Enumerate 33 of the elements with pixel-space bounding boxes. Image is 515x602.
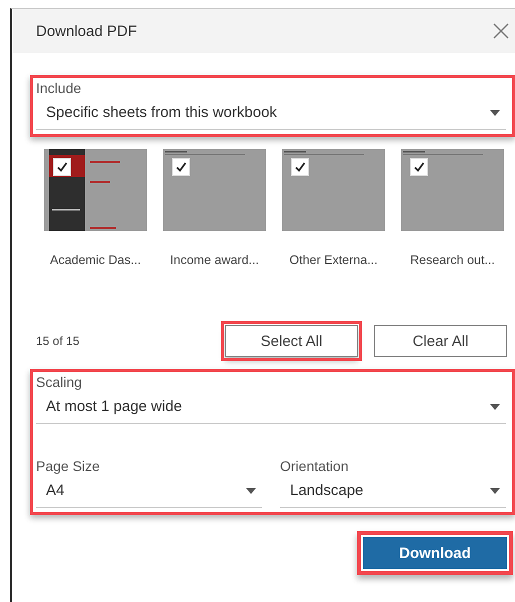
sheet-name: Academic Das... <box>50 253 141 267</box>
scaling-dropdown[interactable]: At most 1 page wide <box>36 390 506 424</box>
include-label: Include <box>36 80 82 96</box>
sheet-thumbnail[interactable] <box>282 149 385 231</box>
checkmark-icon <box>294 161 306 173</box>
sheet-name: Research out... <box>410 253 495 267</box>
checkbox[interactable] <box>172 158 190 176</box>
orientation-dropdown[interactable]: Landscape <box>280 474 506 508</box>
caret-icon <box>246 488 256 494</box>
caret-icon <box>490 110 500 116</box>
download-button[interactable]: Download <box>363 537 507 569</box>
sheet-name: Other Externa... <box>289 253 378 267</box>
orientation-label: Orientation <box>280 458 350 474</box>
checkbox[interactable] <box>291 158 309 176</box>
window-title: Download PDF <box>36 22 137 40</box>
include-dropdown[interactable]: Specific sheets from this workbook <box>36 96 506 130</box>
checkmark-icon <box>413 161 425 173</box>
checkmark-icon <box>56 161 68 173</box>
page-size-label: Page Size <box>36 458 101 474</box>
clear-all-button[interactable]: Clear All <box>374 325 507 357</box>
sheet-name: Income award... <box>170 253 259 267</box>
selection-count: 15 of 15 <box>36 334 80 348</box>
page-size-dropdown[interactable]: A4 <box>36 474 262 508</box>
sheet-thumbnail[interactable] <box>401 149 504 231</box>
sheet-thumbnail[interactable] <box>163 149 266 231</box>
checkmark-icon <box>175 161 187 173</box>
caret-icon <box>490 488 500 494</box>
close-icon[interactable] <box>493 23 509 39</box>
checkbox[interactable] <box>53 158 71 176</box>
checkbox[interactable] <box>410 158 428 176</box>
scaling-label: Scaling <box>36 374 83 390</box>
caret-icon <box>490 404 500 410</box>
sheet-thumbnail[interactable] <box>44 149 147 231</box>
